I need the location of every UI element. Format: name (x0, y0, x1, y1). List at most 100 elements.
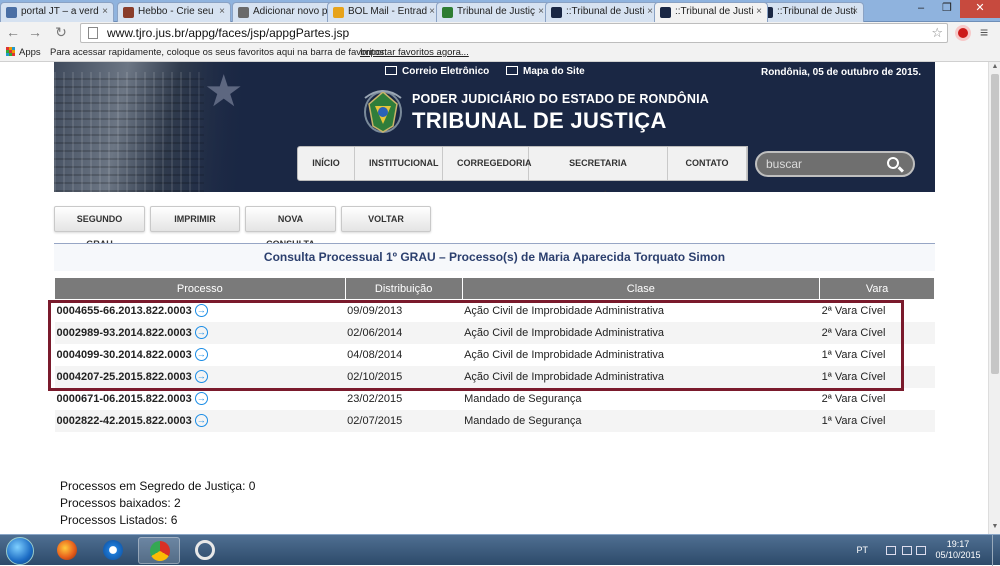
search-input[interactable]: buscar (755, 151, 915, 177)
table-row: 0004207-25.2015.822.0003 → 02/10/2015 Ação … (54, 365, 935, 388)
browser-tab-3[interactable]: BOL Mail - Entrad × (327, 2, 441, 22)
tab-favicon-icon (6, 7, 17, 18)
open-process-icon[interactable]: → (194, 414, 208, 427)
browser-tab-6[interactable]: ::Tribunal de Justi × (654, 2, 768, 22)
page-icon (88, 27, 98, 39)
tab-close-icon[interactable]: × (756, 6, 762, 17)
cell-clase: Ação Civil de Improbidade Administrativa (462, 365, 820, 388)
taskbar-search-app[interactable] (184, 537, 226, 564)
tab-title: ::Tribunal de Justi (777, 6, 856, 17)
cell-distribuicao-text: 02/10/2015 (347, 370, 403, 383)
chrome-icon (150, 541, 170, 561)
segundo-grau-button[interactable]: SEGUNDO GRAU (54, 206, 145, 249)
open-process-icon[interactable]: → (194, 326, 208, 339)
clock[interactable]: 19:17 05/10/2015 (928, 539, 988, 561)
browser-tab-1[interactable]: Hebbo - Crie seu × (117, 2, 231, 22)
taskbar-ie[interactable] (92, 537, 134, 564)
url-text: www.tjro.jus.br/appg/faces/jsp/appgParte… (107, 26, 350, 40)
reload-icon[interactable]: ↻ (52, 24, 70, 42)
site-banner: ★ Correio Eletrônico Mapa do Site Rondôn… (54, 62, 935, 192)
nova-consulta-button[interactable]: NOVA CONSULTA (245, 206, 336, 249)
cell-distribuicao-text: 02/06/2014 (347, 326, 403, 339)
search-placeholder: buscar (766, 157, 803, 171)
nav-contato[interactable]: CONTATO (668, 147, 747, 180)
show-desktop-button[interactable] (992, 535, 1000, 566)
nav-corregedoria[interactable]: CORREGEDORIA (443, 147, 532, 180)
sitemap-link[interactable]: Mapa do Site (506, 66, 585, 77)
browser-tab-5[interactable]: ::Tribunal de Justi × (545, 2, 659, 22)
apps-grid-icon (6, 47, 15, 56)
table-header-row: Processo Distribuição Clase Vara (54, 277, 935, 300)
tab-close-icon[interactable]: × (852, 6, 858, 17)
maximize-button[interactable]: ❐ (934, 0, 960, 18)
bookmark-star-icon[interactable]: ☆ (931, 25, 943, 41)
cell-distribuicao: 02/07/2015 (345, 409, 463, 432)
cell-vara-text: 1ª Vara Cível (821, 348, 886, 361)
scroll-thumb[interactable] (991, 74, 999, 374)
tab-close-icon[interactable]: × (219, 6, 225, 17)
start-button[interactable] (6, 537, 34, 565)
browser-tab-7[interactable]: ::Tribunal de Justi × (756, 2, 864, 22)
stat-segredo: Processos em Segredo de Justiça: 0 (60, 479, 256, 493)
language-indicator[interactable]: PT (856, 545, 868, 555)
cell-clase-text: Mandado de Segurança (464, 414, 582, 427)
process-number-link[interactable]: 0002989-93.2014.822.0003 (57, 327, 192, 339)
cell-clase: Mandado de Segurança (462, 409, 820, 432)
tray-flag-icon[interactable] (886, 546, 896, 555)
processes-table: Processo Distribuição Clase Vara 0004655… (54, 277, 935, 432)
tray-volume-icon[interactable] (916, 546, 926, 555)
tab-close-icon[interactable]: × (429, 6, 435, 17)
close-window-button[interactable]: ✕ (960, 0, 1000, 18)
tab-close-icon[interactable]: × (647, 6, 653, 17)
tray-network-icon[interactable] (902, 546, 912, 555)
process-number-link[interactable]: 0004207-25.2015.822.0003 (57, 371, 192, 383)
process-number-link[interactable]: 0004099-30.2014.822.0003 (57, 349, 192, 361)
tab-favicon-icon (660, 7, 671, 18)
opera-extension-icon[interactable] (955, 25, 971, 41)
cell-vara: 1ª Vara Cível (819, 365, 935, 388)
nav-inicio[interactable]: INÍCIO (298, 147, 355, 180)
cell-processo: 0002822-42.2015.822.0003 → (54, 409, 346, 432)
tab-close-icon[interactable]: × (102, 6, 108, 17)
browser-toolbar: ← → ↻ www.tjro.jus.br/appg/faces/jsp/app… (0, 22, 1000, 44)
open-process-icon[interactable]: → (194, 392, 208, 405)
nav-institucional[interactable]: INSTITUCIONAL (355, 147, 443, 180)
process-number-link[interactable]: 0004655-66.2013.822.0003 (57, 305, 192, 317)
header-date: Rondônia, 05 de outubro de 2015. (760, 67, 921, 78)
scroll-up-icon[interactable]: ▲ (990, 63, 1000, 73)
open-process-icon[interactable]: → (194, 304, 208, 318)
minimize-button[interactable]: – (908, 0, 934, 18)
tab-title: ::Tribunal de Justi (675, 6, 754, 17)
scroll-down-icon[interactable]: ▼ (990, 523, 1000, 533)
forward-icon[interactable]: → (26, 24, 44, 42)
browser-tab-0[interactable]: portal JT – a verd × (0, 2, 114, 22)
process-number-link[interactable]: 0000671-06.2015.822.0003 (57, 393, 192, 405)
chrome-menu-icon[interactable]: ≡ (980, 24, 988, 40)
email-link[interactable]: Correio Eletrônico (385, 66, 489, 77)
taskbar-chrome[interactable] (138, 537, 180, 564)
import-bookmarks-link[interactable]: Importar favoritos agora... (360, 47, 469, 58)
cell-clase: Mandado de Segurança (462, 388, 820, 410)
nav-secretaria-judiciaria[interactable]: SECRETARIA JUDICIÁRIA (529, 147, 668, 192)
internet-explorer-icon (103, 540, 123, 560)
process-number-link[interactable]: 0002822-42.2015.822.0003 (57, 415, 192, 427)
cell-distribuicao-text: 09/09/2013 (347, 304, 403, 317)
tab-title: BOL Mail - Entrad (348, 6, 428, 17)
page-scrollbar[interactable]: ▲ ▼ (988, 62, 1000, 534)
stat-listados: Processos Listados: 6 (60, 513, 178, 527)
open-process-icon[interactable]: → (194, 370, 208, 383)
top-links: Correio Eletrônico Mapa do Site (385, 66, 599, 77)
back-icon[interactable]: ← (4, 24, 22, 42)
apps-shortcut[interactable]: Apps (6, 47, 41, 58)
imprimir-button[interactable]: IMPRIMIR (150, 206, 240, 232)
tab-close-icon[interactable]: × (538, 6, 544, 17)
address-bar[interactable]: www.tjro.jus.br/appg/faces/jsp/appgParte… (80, 23, 948, 43)
taskbar-firefox[interactable] (46, 537, 88, 564)
voltar-button[interactable]: VOLTAR (341, 206, 431, 232)
cell-processo: 0004655-66.2013.822.0003 → (55, 300, 346, 322)
open-process-icon[interactable]: → (194, 348, 208, 361)
brand-line-1: PODER JUDICIÁRIO DO ESTADO DE RONDÔNIA (412, 92, 709, 106)
col-processo: Processo (54, 277, 346, 300)
search-icon[interactable] (887, 157, 899, 169)
browser-tab-4[interactable]: Tribunal de Justiç × (436, 2, 550, 22)
